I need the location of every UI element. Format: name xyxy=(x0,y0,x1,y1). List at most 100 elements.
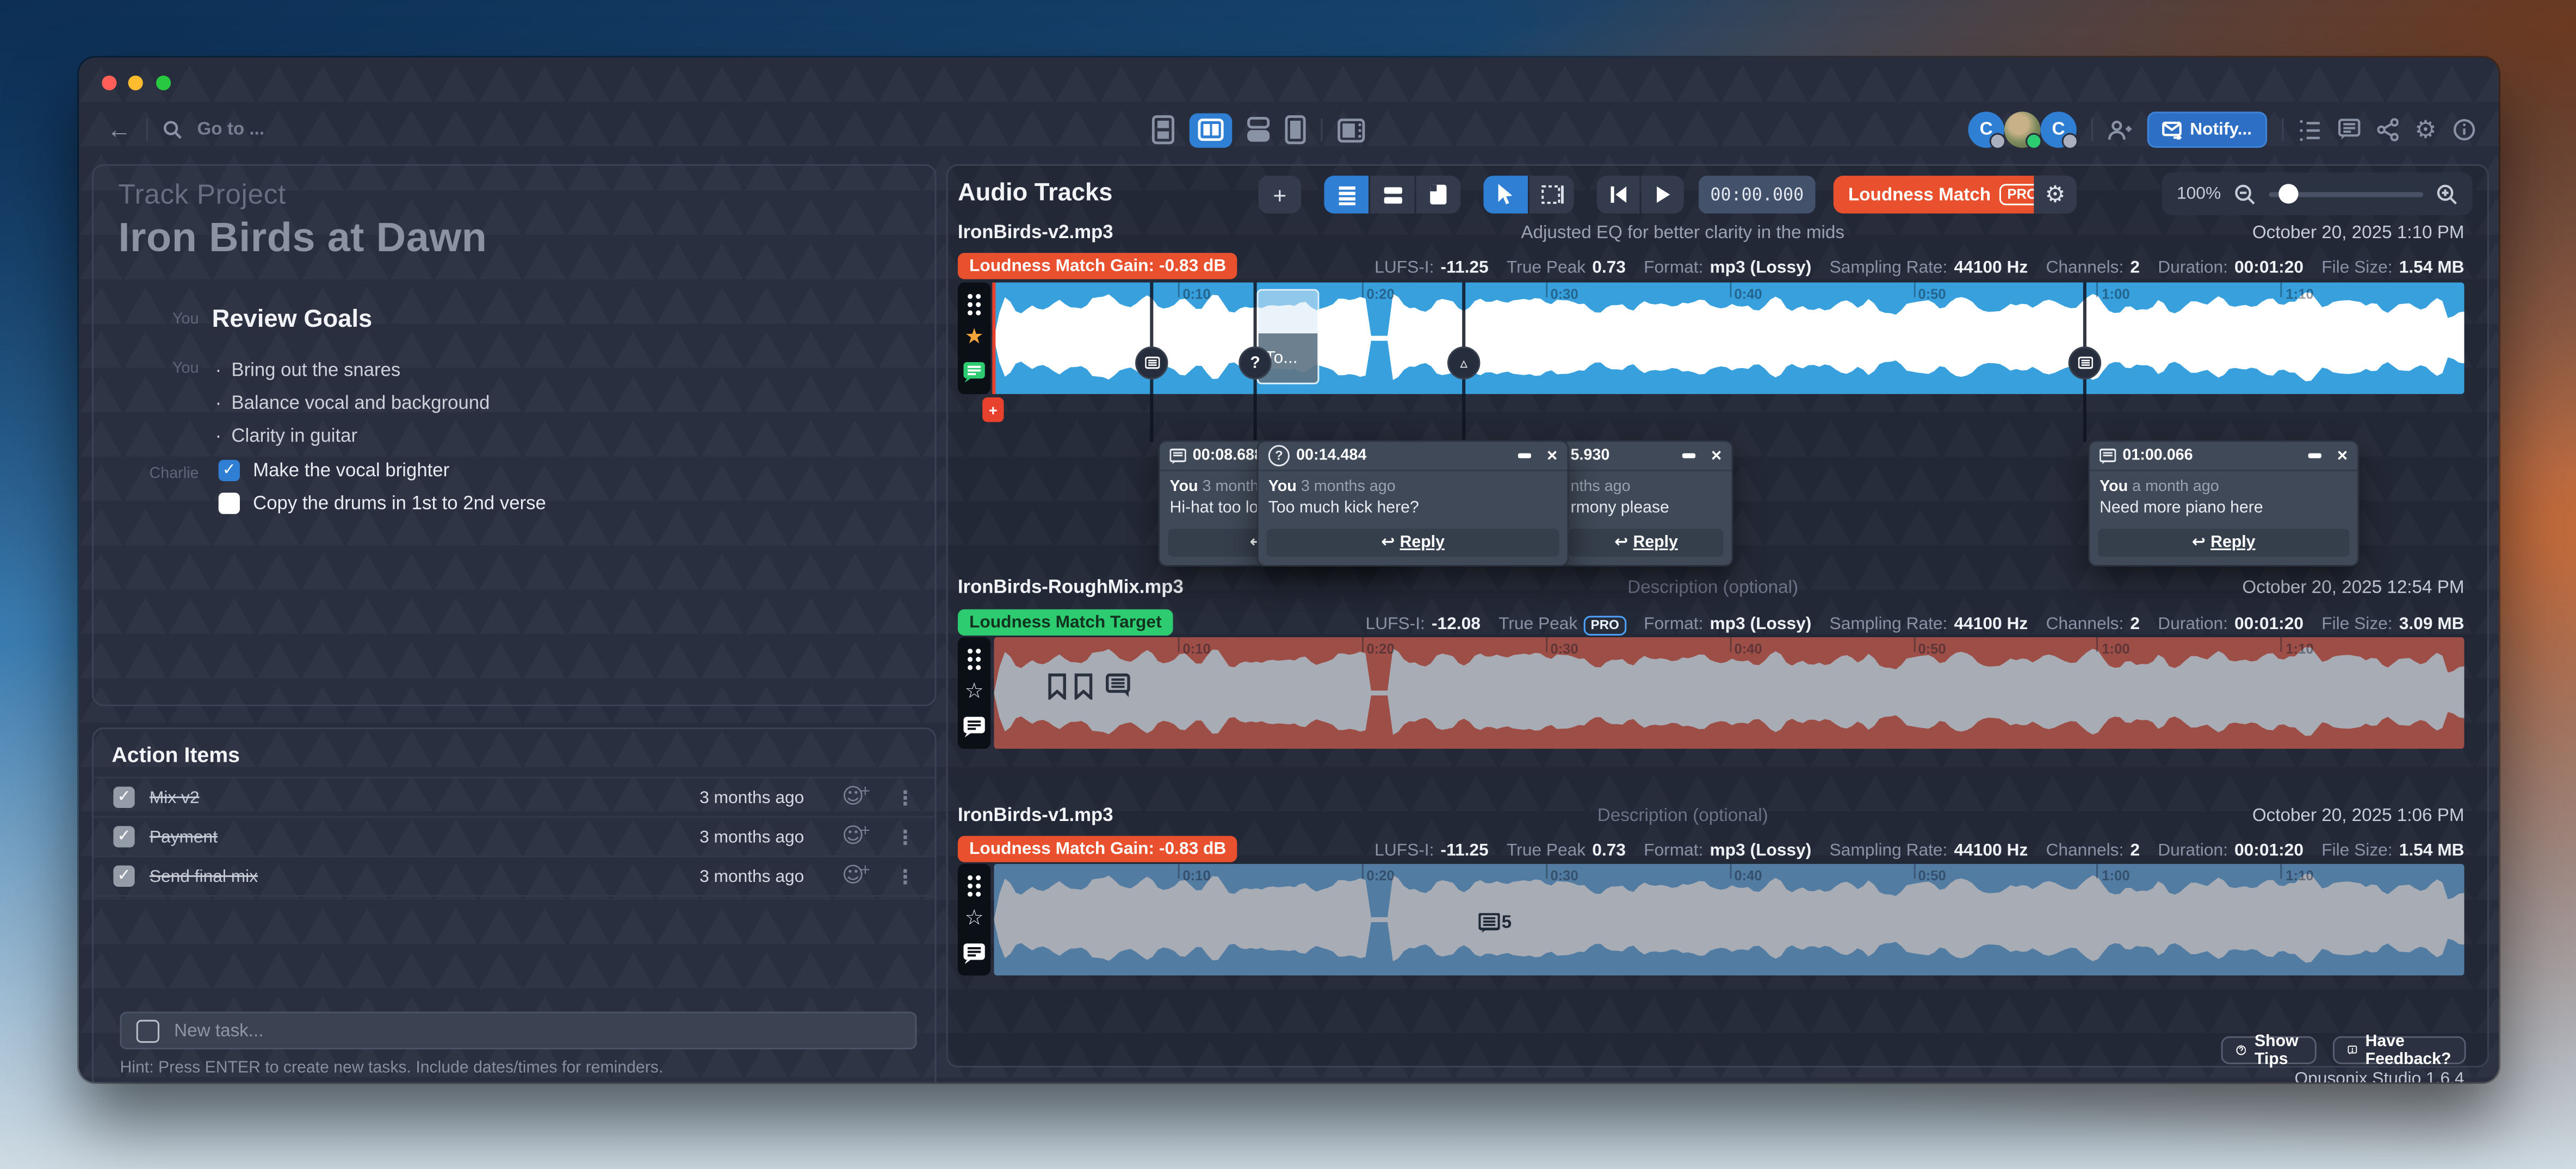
view-split-vertical-icon[interactable] xyxy=(1151,115,1174,144)
comment-popup-header[interactable]: ? 00:14.484 × xyxy=(1259,442,1568,471)
action-item-row[interactable]: ✓Send final mix3 months ago☺+⋮ xyxy=(94,857,934,897)
add-reaction-smiley-icon[interactable]: ☺+ xyxy=(842,787,864,808)
track-description-placeholder[interactable]: Description (optional) xyxy=(1597,806,1768,826)
item-menu-icon[interactable]: ⋮ xyxy=(895,865,915,887)
reply-button[interactable]: ↩Reply xyxy=(1267,529,1559,557)
bookmark-icons[interactable] xyxy=(1048,673,1147,699)
cursor-tool-button-active[interactable] xyxy=(1483,176,1528,213)
track-filename[interactable]: IronBirds-RoughMix.mp3 xyxy=(958,578,1184,598)
new-task-placeholder: New task... xyxy=(174,1021,263,1040)
reply-button[interactable]: ↩Reply xyxy=(2098,529,2349,557)
goal-checkbox-row[interactable]: Copy the drums in 1st to 2nd verse xyxy=(219,493,546,514)
item-menu-icon[interactable]: ⋮ xyxy=(895,825,915,848)
checkbox-unchecked[interactable] xyxy=(219,493,240,514)
view-single-icon[interactable] xyxy=(1285,115,1306,144)
maximize-window-button[interactable] xyxy=(156,76,171,90)
waveform-track-2[interactable]: 0:100:200:300:400:501:001:10 xyxy=(994,637,2464,749)
add-user-icon[interactable] xyxy=(2108,119,2132,140)
checkbox-checked[interactable]: ✓ xyxy=(219,460,240,481)
track-rail[interactable]: ☆ xyxy=(958,864,990,975)
avatar[interactable]: C xyxy=(2040,111,2076,147)
comment-popup[interactable]: ? 00:14.484 × You 3 months ago Too much … xyxy=(1257,440,1569,567)
show-tips-button[interactable]: Show Tips xyxy=(2221,1036,2317,1064)
close-popup-icon[interactable]: × xyxy=(2337,447,2348,464)
action-item-row[interactable]: ✓Payment3 months ago☺+⋮ xyxy=(94,818,934,857)
notify-button[interactable]: Notify... xyxy=(2147,111,2267,147)
zoom-out-icon[interactable] xyxy=(2234,183,2255,204)
comment-icon-white[interactable] xyxy=(963,943,986,964)
add-reaction-smiley-icon[interactable]: ☺+ xyxy=(842,866,864,887)
drag-handle-icon[interactable] xyxy=(968,875,973,880)
add-reaction-smiley-icon[interactable]: ☺+ xyxy=(842,826,864,847)
avatar-photo[interactable] xyxy=(2004,111,2040,147)
new-task-input[interactable]: New task... xyxy=(120,1012,917,1049)
star-icon-outline[interactable]: ☆ xyxy=(964,683,983,702)
gear-icon[interactable]: ⚙ xyxy=(2414,118,2437,141)
checkbox-checked[interactable]: ✓ xyxy=(113,826,134,847)
minimize-popup-icon[interactable] xyxy=(2307,453,2320,458)
comment-pin[interactable] xyxy=(2069,346,2101,379)
action-item-row[interactable]: ✓Mix v23 months ago☺+⋮ xyxy=(94,779,934,818)
track-rail[interactable]: ★ xyxy=(958,283,990,394)
drag-handle-icon[interactable] xyxy=(968,294,973,299)
playhead[interactable] xyxy=(992,283,995,394)
info-icon[interactable] xyxy=(2453,118,2476,141)
waveform-track-1[interactable]: 0:100:200:300:400:501:001:10 xyxy=(994,283,2464,394)
status-dot-offline xyxy=(1990,133,2006,150)
view-rows-icon[interactable] xyxy=(1247,116,1270,142)
comment-popup-header[interactable]: 5.930 × xyxy=(1561,442,1731,471)
item-menu-icon[interactable]: ⋮ xyxy=(895,786,915,809)
drag-handle-icon[interactable] xyxy=(968,649,973,654)
playhead-marker-flag[interactable]: + xyxy=(982,397,1004,422)
goto-search-input[interactable]: Go to ... xyxy=(197,120,264,139)
warning-pin[interactable]: ▵ xyxy=(1447,346,1480,379)
play-button[interactable] xyxy=(1641,176,1684,213)
reply-button[interactable]: ↩Reply xyxy=(1569,529,1723,557)
minimize-popup-icon[interactable] xyxy=(1518,453,1531,458)
loudness-match-button[interactable]: Loudness Match PRO xyxy=(1834,176,2060,213)
track-filename[interactable]: IronBirds-v1.mp3 xyxy=(958,806,1113,826)
add-track-button[interactable]: + xyxy=(1259,176,1302,213)
zoom-slider[interactable] xyxy=(2269,191,2423,196)
minimize-window-button[interactable] xyxy=(129,76,144,90)
comment-popup[interactable]: 01:00.066 × You a month ago Need more pi… xyxy=(2088,440,2359,567)
track-rail[interactable]: ☆ xyxy=(958,637,990,749)
comments-icon[interactable] xyxy=(2337,118,2360,141)
skip-to-start-button[interactable] xyxy=(1597,176,1640,213)
question-pin[interactable]: ? xyxy=(1239,346,1271,379)
have-feedback-button[interactable]: Have Feedback? xyxy=(2333,1036,2466,1064)
goal-checkbox-row[interactable]: ✓ Make the vocal brighter xyxy=(219,460,450,481)
comment-popup[interactable]: 5.930 × nths ago rmony please ↩Reply xyxy=(1559,440,1733,567)
list-view-button-active[interactable] xyxy=(1324,176,1369,213)
zoom-slider-knob[interactable] xyxy=(2278,184,2298,203)
waveform-track-3[interactable]: 5 0:100:200:300:400:501:001:10 xyxy=(994,864,2464,975)
star-icon-filled[interactable]: ★ xyxy=(964,328,983,348)
comment-icon-green[interactable] xyxy=(963,361,986,382)
card-view-button[interactable] xyxy=(1416,176,1461,213)
back-arrow-icon[interactable]: ← xyxy=(107,116,131,144)
select-tool-button[interactable] xyxy=(1530,176,1574,213)
view-sidebar-icon[interactable] xyxy=(1337,117,1365,142)
track-description[interactable]: Adjusted EQ for better clarity in the mi… xyxy=(1521,223,1844,243)
share-icon[interactable] xyxy=(2377,118,2398,141)
rows-view-button[interactable] xyxy=(1370,176,1415,213)
track-filename[interactable]: IronBirds-v2.mp3 xyxy=(958,223,1113,243)
track-description-placeholder[interactable]: Description (optional) xyxy=(1627,578,1798,598)
comment-cluster[interactable]: 5 xyxy=(1478,913,1512,932)
comment-pin[interactable] xyxy=(1135,346,1168,379)
avatar[interactable]: C xyxy=(1968,111,2004,147)
view-split-horizontal-button-active[interactable] xyxy=(1190,113,1233,147)
star-icon-outline[interactable]: ☆ xyxy=(964,910,983,929)
loudness-settings-gear-icon[interactable]: ⚙ xyxy=(2034,176,2077,213)
checkbox-checked[interactable]: ✓ xyxy=(113,866,134,887)
close-window-button[interactable] xyxy=(102,76,116,90)
comment-icon-white[interactable] xyxy=(963,716,986,737)
close-popup-icon[interactable]: × xyxy=(1711,447,1722,464)
zoom-in-icon[interactable] xyxy=(2436,183,2457,204)
search-icon[interactable] xyxy=(163,120,182,139)
comment-popup-header[interactable]: 01:00.066 × xyxy=(2090,442,2357,471)
close-popup-icon[interactable]: × xyxy=(1547,447,1557,464)
checkbox-checked[interactable]: ✓ xyxy=(113,787,134,808)
minimize-popup-icon[interactable] xyxy=(1682,453,1695,458)
numbered-list-icon[interactable] xyxy=(2298,119,2321,140)
